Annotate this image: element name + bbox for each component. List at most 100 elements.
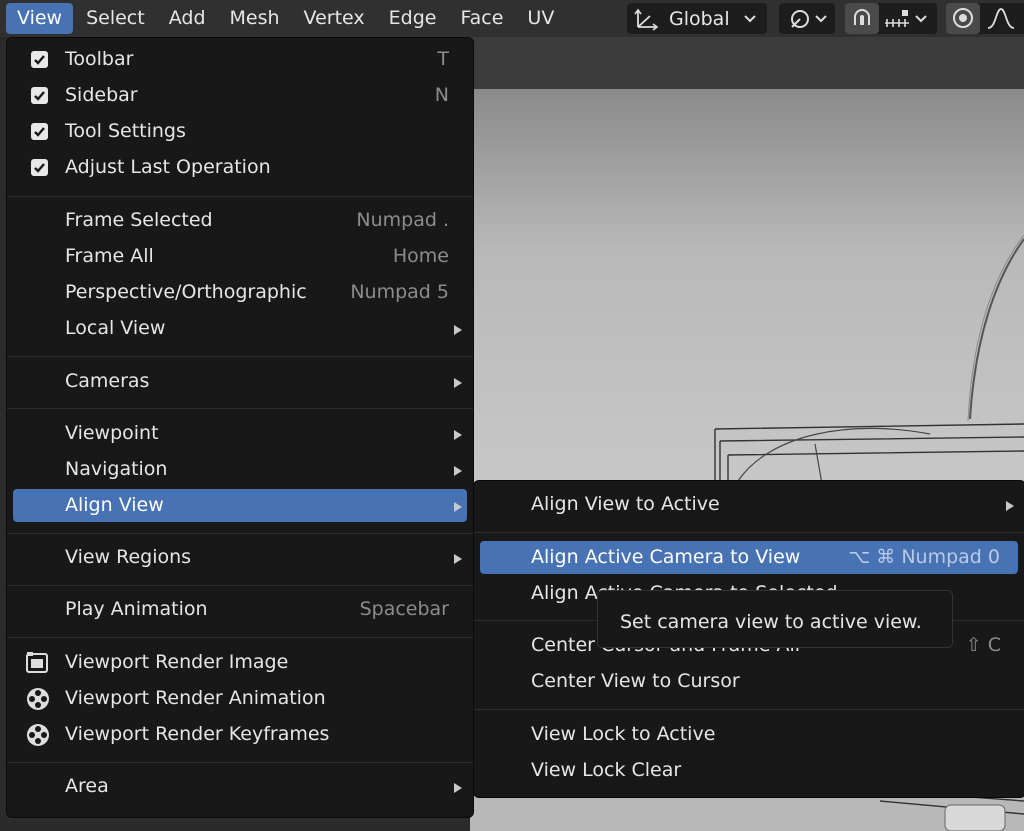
menu-view[interactable]: View (6, 3, 74, 34)
menu-item-frame-all[interactable]: Frame All Home (7, 240, 473, 273)
viewpoint-label: Viewpoint (65, 422, 159, 444)
toggle-toolbar[interactable]: Toolbar T (7, 43, 473, 76)
submenu-arrow-icon (454, 554, 462, 564)
menu-item-center-view-to-cursor[interactable]: Center View to Cursor (474, 665, 1024, 698)
menu-item-perspective-orthographic[interactable]: Perspective/Orthographic Numpad 5 (7, 276, 473, 309)
menu-item-viewport-render-keyframes[interactable]: Viewport Render Keyframes (7, 718, 473, 751)
submenu-arrow-icon (454, 325, 462, 335)
tool-settings-strip (470, 37, 1024, 89)
toolbar-label: Toolbar (65, 48, 134, 70)
tool-settings-label: Tool Settings (65, 120, 186, 142)
frame-selected-shortcut: Numpad . (356, 209, 449, 231)
menu-item-view-lock-to-active[interactable]: View Lock to Active (474, 718, 1024, 751)
sidebar-shortcut: N (434, 84, 449, 106)
render-keyframes-label: Viewport Render Keyframes (65, 723, 330, 745)
transform-orientation-dropdown[interactable]: Global (627, 3, 767, 34)
menu-item-play-animation[interactable]: Play Animation Spacebar (7, 593, 473, 626)
checkbox-checked-icon (31, 87, 48, 104)
play-animation-label: Play Animation (65, 598, 208, 620)
chevron-down-icon[interactable] (915, 14, 927, 23)
perspective-shortcut: Numpad 5 (350, 281, 449, 303)
tooltip-text: Set camera view to active view. (620, 611, 922, 633)
menu-item-align-view[interactable]: Align View (13, 489, 467, 522)
proportional-editing-icon[interactable] (946, 3, 980, 34)
chevron-down-icon (743, 14, 756, 23)
film-reel-icon (25, 686, 51, 712)
frame-selected-label: Frame Selected (65, 209, 213, 231)
menu-item-align-active-camera-to-view[interactable]: Align Active Camera to View ⌥ ⌘ Numpad 0 (480, 541, 1018, 574)
menu-add[interactable]: Add (158, 3, 217, 34)
navigation-label: Navigation (65, 458, 168, 480)
submenu-arrow-icon (454, 783, 462, 793)
menu-separator (7, 637, 473, 638)
submenu-arrow-icon (454, 378, 462, 388)
submenu-arrow-icon (1006, 501, 1014, 511)
lock-clear-label: View Lock Clear (531, 759, 682, 781)
render-animation-label: Viewport Render Animation (65, 687, 326, 709)
menu-item-align-view-to-active[interactable]: Align View to Active (474, 488, 1024, 521)
proportional-editing-group (946, 3, 1024, 34)
menu-face[interactable]: Face (449, 3, 514, 34)
orientation-label: Global (669, 7, 730, 30)
sidebar-label: Sidebar (65, 84, 138, 106)
perspective-label: Perspective/Orthographic (65, 281, 307, 303)
checkbox-checked-icon (31, 159, 48, 176)
frame-all-label: Frame All (65, 245, 154, 267)
menu-separator (7, 356, 473, 357)
align-view-label: Align View (65, 494, 164, 516)
toggle-adjust-last-operation[interactable]: Adjust Last Operation (7, 151, 473, 184)
tooltip: Set camera view to active view. (597, 590, 953, 648)
view-menu: Toolbar T Sidebar N Tool Settings Adjust… (6, 37, 474, 818)
menu-item-view-lock-clear[interactable]: View Lock Clear (474, 754, 1024, 787)
submenu-arrow-icon (454, 466, 462, 476)
center-cursor-shortcut: ⇧ C (965, 634, 1001, 656)
render-image-label: Viewport Render Image (65, 651, 289, 673)
toggle-tool-settings[interactable]: Tool Settings (7, 115, 473, 148)
menu-mesh[interactable]: Mesh (219, 3, 291, 34)
menu-separator (7, 408, 473, 409)
menu-select[interactable]: Select (75, 3, 156, 34)
snap-increment-icon[interactable] (883, 7, 913, 31)
render-still-icon (25, 650, 51, 676)
menu-item-view-regions[interactable]: View Regions (7, 541, 473, 574)
toolbar-shortcut: T (437, 48, 449, 70)
film-reel-icon (25, 722, 51, 748)
menu-separator (7, 762, 473, 763)
menu-item-area[interactable]: Area (7, 770, 473, 803)
menu-uv[interactable]: UV (516, 3, 565, 34)
menu-vertex[interactable]: Vertex (293, 3, 376, 34)
center-view-label: Center View to Cursor (531, 670, 740, 692)
pivot-point-dropdown[interactable] (779, 3, 835, 34)
snapping-group (845, 3, 937, 34)
cameras-label: Cameras (65, 370, 150, 392)
menu-item-navigation[interactable]: Navigation (7, 453, 473, 486)
menu-item-viewport-render-animation[interactable]: Viewport Render Animation (7, 682, 473, 715)
align-to-active-label: Align View to Active (531, 493, 720, 515)
area-label: Area (65, 775, 109, 797)
adjust-last-operation-label: Adjust Last Operation (65, 156, 271, 178)
chevron-down-icon (815, 14, 827, 23)
local-view-label: Local View (65, 317, 166, 339)
toggle-sidebar[interactable]: Sidebar N (7, 79, 473, 112)
menu-separator (7, 196, 473, 197)
menu-separator (474, 709, 1024, 710)
menu-item-viewport-render-image[interactable]: Viewport Render Image (7, 646, 473, 679)
frame-all-shortcut: Home (392, 245, 449, 267)
snap-magnet-icon[interactable] (845, 3, 879, 34)
menu-item-viewpoint[interactable]: Viewpoint (7, 417, 473, 450)
lock-active-label: View Lock to Active (531, 723, 716, 745)
menu-item-cameras[interactable]: Cameras (7, 365, 473, 398)
orientation-axes-icon (634, 7, 660, 31)
view-regions-label: View Regions (65, 546, 192, 568)
checkbox-checked-icon (31, 123, 48, 140)
falloff-curve-icon[interactable] (986, 6, 1016, 32)
header-bar: View Select Add Mesh Vertex Edge Face UV… (0, 0, 1024, 37)
submenu-arrow-icon (454, 430, 462, 440)
align-camera-label: Align Active Camera to View (531, 546, 801, 568)
menu-separator (7, 585, 473, 586)
menu-item-local-view[interactable]: Local View (7, 312, 473, 345)
menu-item-frame-selected[interactable]: Frame Selected Numpad . (7, 204, 473, 237)
pivot-icon (787, 7, 813, 31)
submenu-arrow-icon (454, 502, 462, 512)
menu-edge[interactable]: Edge (378, 3, 448, 34)
